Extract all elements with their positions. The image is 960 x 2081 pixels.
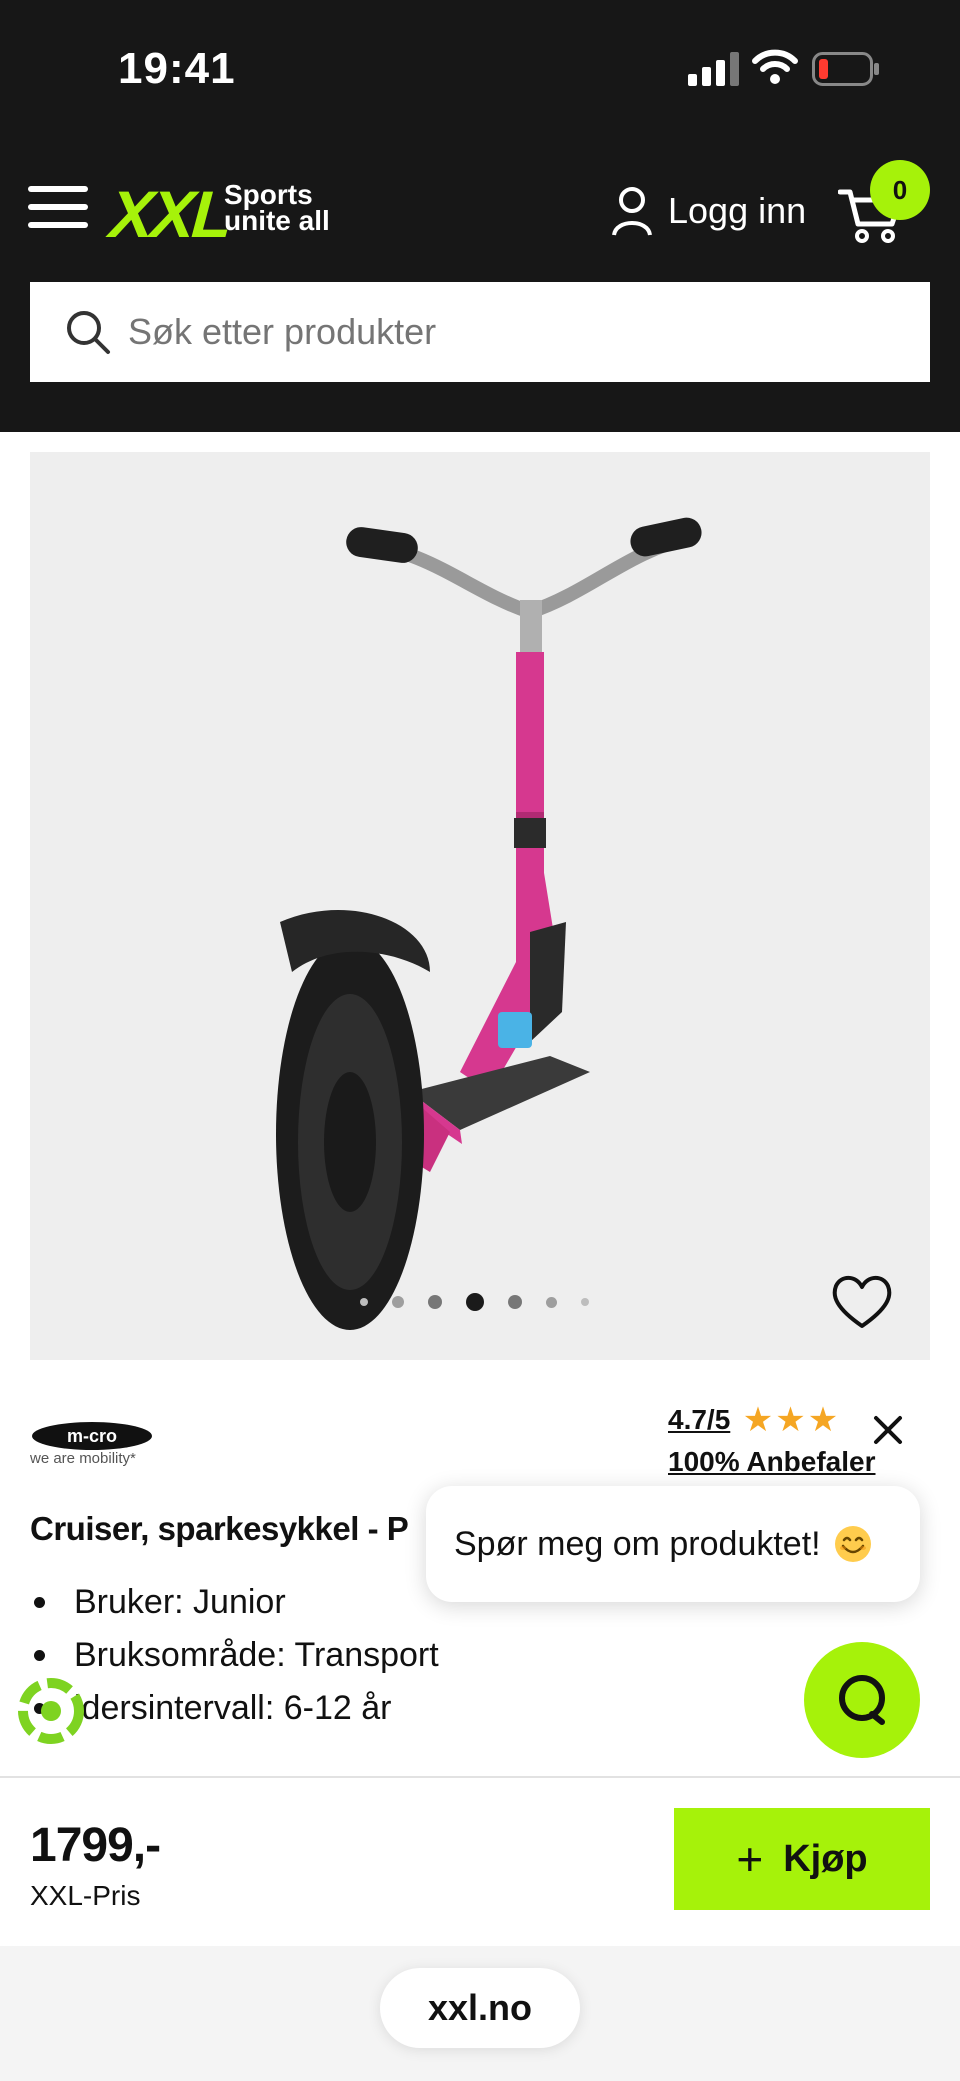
carousel-dot[interactable] xyxy=(428,1295,442,1309)
status-bar: 19:41 xyxy=(0,0,960,140)
carousel-dot[interactable] xyxy=(546,1296,557,1308)
carousel-dot[interactable] xyxy=(508,1295,522,1309)
carousel-dot[interactable] xyxy=(581,1298,589,1306)
recommend-percentage[interactable]: 100% Anbefaler xyxy=(668,1446,884,1478)
plus-icon: + xyxy=(736,1833,764,1885)
scooter-product-image xyxy=(276,517,702,1330)
wifi-icon xyxy=(752,49,798,84)
site-header: 19:41 XXL Sports unite all Logg inn 0 Sø… xyxy=(0,0,960,432)
logo-tagline: Sports unite all xyxy=(224,179,330,236)
login-button[interactable]: Logg inn xyxy=(612,184,806,238)
favorite-heart-icon[interactable] xyxy=(830,1272,894,1332)
cellular-signal-icon xyxy=(688,52,739,86)
status-time: 19:41 xyxy=(118,44,236,93)
carousel-dot-active[interactable] xyxy=(466,1293,484,1311)
search-icon xyxy=(67,311,110,354)
accessibility-icon[interactable] xyxy=(16,1676,86,1746)
rating-score: 4.7/5 xyxy=(668,1404,731,1435)
buy-label: Kjøp xyxy=(783,1837,868,1880)
price-label: XXL-Pris xyxy=(30,1880,141,1911)
carousel-dot[interactable] xyxy=(360,1298,368,1306)
chat-bubble-icon xyxy=(839,1675,885,1725)
product-title: Cruiser, sparkesykkel - P xyxy=(30,1510,409,1547)
search-bar[interactable] xyxy=(30,282,930,382)
spec-item: ldersintervall: 6-12 år xyxy=(30,1686,439,1739)
product-price: 1799,- xyxy=(30,1819,161,1872)
spec-item: Bruker: Junior xyxy=(30,1580,439,1633)
browser-url-bar[interactable]: xxl.no xyxy=(380,1968,580,2048)
carousel-dots xyxy=(360,1290,613,1314)
product-spec-list: Bruker: Junior Bruksområde: Transport ld… xyxy=(30,1580,439,1739)
search-input[interactable] xyxy=(128,311,888,353)
spec-item: Bruksområde: Transport xyxy=(30,1633,439,1686)
logo-mark: XXL xyxy=(107,177,232,251)
product-image-gallery[interactable] xyxy=(30,452,930,1360)
carousel-dot[interactable] xyxy=(392,1296,404,1308)
chat-launcher-button[interactable] xyxy=(804,1642,920,1758)
chat-prompt-bubble[interactable]: Spør meg om produktet! xyxy=(426,1486,920,1602)
buy-button[interactable]: + Kjøp xyxy=(674,1808,930,1910)
smiling-face-icon xyxy=(834,1526,871,1562)
rating-stars-icon: ★★★ xyxy=(742,1401,841,1439)
product-rating[interactable]: 4.7/5 ★★★ xyxy=(668,1400,840,1440)
main-nav: XXL Sports unite all Logg inn xyxy=(0,150,960,270)
brand-tagline: we are mobility* xyxy=(30,1450,136,1467)
chat-prompt-text: Spør meg om produktet! xyxy=(454,1524,821,1563)
brand-logo-text: m-cro xyxy=(67,1426,117,1446)
hamburger-menu-icon[interactable] xyxy=(28,186,88,234)
cart-count-badge: 0 xyxy=(870,160,930,220)
sticky-buy-bar: 1799,- XXL-Pris + Kjøp xyxy=(0,1776,960,1946)
close-icon[interactable] xyxy=(868,1410,908,1450)
user-icon xyxy=(612,187,652,236)
battery-icon xyxy=(812,52,879,86)
login-label: Logg inn xyxy=(668,190,807,231)
